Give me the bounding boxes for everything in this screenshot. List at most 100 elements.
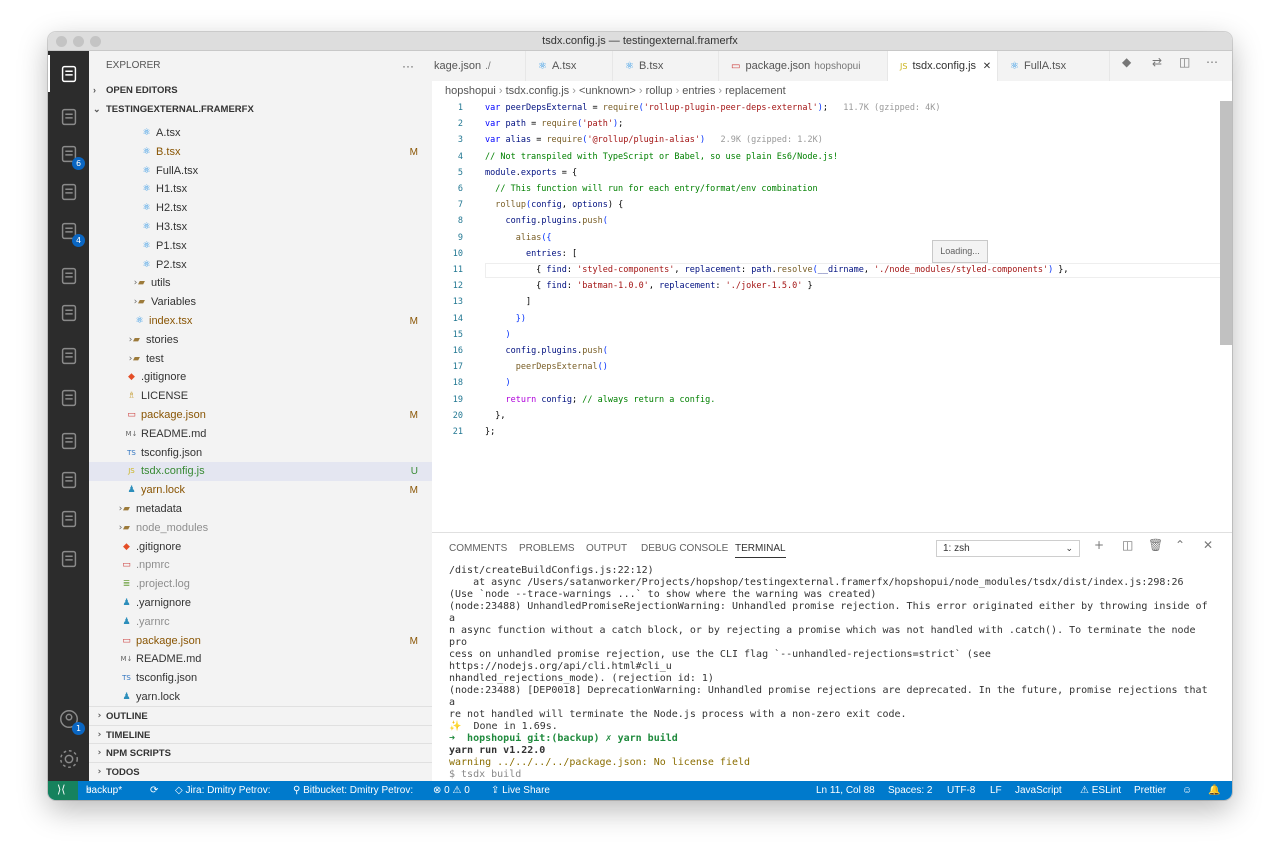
breadcrumb-item[interactable]: tsdx.config.js (506, 85, 570, 97)
live-share-icon[interactable] (54, 426, 83, 455)
gitlens-icon[interactable] (54, 465, 83, 494)
timeline-icon[interactable] (54, 504, 83, 533)
file-item[interactable]: ♟ .yarnignore (89, 594, 432, 613)
tab-a-tsx[interactable]: ⚛ A.tsx (526, 51, 613, 81)
breadcrumb-item[interactable]: entries (682, 85, 715, 97)
bookmarks-icon[interactable] (54, 383, 83, 412)
remote-indicator[interactable]: ⟩⟨ (48, 781, 78, 800)
workspace-section[interactable]: ⌄ TESTINGEXTERNAL.FRAMERFX (89, 100, 432, 119)
trash-icon[interactable]: 🗑 (1148, 538, 1163, 552)
compare-changes-icon[interactable]: ⇄ (1152, 55, 1162, 69)
file-item[interactable]: TS tsconfig.json (89, 444, 432, 463)
sidebar-section-timeline[interactable]: › TIMELINE (89, 724, 432, 744)
prettier-status[interactable]: Prettier (1134, 781, 1166, 800)
breadcrumb-item[interactable]: <unknown> (579, 85, 636, 97)
panel-tab-debug-console[interactable]: DEBUG CONSOLE (641, 543, 728, 554)
cursor-position[interactable]: Ln 11, Col 88 (816, 781, 875, 800)
file-item[interactable]: ♗ LICENSE (89, 387, 432, 406)
file-item[interactable]: ⚛ index.tsx M (89, 312, 432, 331)
file-item[interactable]: TS tsconfig.json (89, 669, 432, 688)
file-item[interactable]: ◆ .gitignore (89, 538, 432, 557)
file-item[interactable]: ▭ package.json M (89, 406, 432, 425)
file-item[interactable]: ♟ .yarnrc (89, 613, 432, 632)
open-editors-section[interactable]: › OPEN EDITORS (89, 81, 432, 100)
close-icon[interactable]: ✕ (980, 61, 991, 72)
breadcrumb-item[interactable]: hopshopui (445, 85, 496, 97)
live-share-button[interactable]: ⇪ Live Share (491, 781, 550, 800)
panel-tab-comments[interactable]: COMMENTS (449, 543, 507, 554)
file-item[interactable]: ⚛ P1.tsx (89, 237, 432, 256)
file-item[interactable]: ⚛ B.tsx M (89, 143, 432, 162)
file-item[interactable]: › ▰ Variables (89, 293, 432, 312)
encoding[interactable]: UTF-8 (947, 781, 975, 800)
maximize-panel-icon[interactable]: ⌃ (1175, 538, 1185, 552)
file-item[interactable]: M↓ README.md (89, 425, 432, 444)
feedback-icon[interactable]: ☺ (1182, 781, 1192, 800)
file-item[interactable]: ⚛ P2.tsx (89, 256, 432, 275)
source-control-icon[interactable]: 6 (54, 139, 85, 170)
close-panel-icon[interactable]: ✕ (1203, 538, 1213, 552)
more-icon[interactable]: ⋯ (1206, 55, 1218, 69)
close-window-button[interactable] (56, 36, 67, 47)
deploy-icon[interactable] (54, 341, 83, 370)
minimize-window-button[interactable] (73, 36, 84, 47)
file-item[interactable]: ≣ .project.log (89, 575, 432, 594)
breadcrumb-item[interactable]: rollup (646, 85, 673, 97)
sidebar-section-todos[interactable]: › TODOS (89, 762, 432, 781)
sidebar-section-outline[interactable]: › OUTLINE (89, 706, 432, 725)
extensions-icon[interactable]: 4 (54, 216, 85, 247)
remote-explorer-icon[interactable] (54, 261, 83, 290)
eslint-status[interactable]: ⚠ ESLint (1080, 781, 1121, 800)
editor-scrollbar[interactable] (1220, 101, 1232, 345)
file-item[interactable]: ⚛ H3.tsx (89, 218, 432, 237)
manage-gear-icon[interactable] (54, 744, 83, 773)
run-debug-icon[interactable] (54, 177, 83, 206)
files-icon[interactable] (48, 55, 83, 92)
file-item[interactable]: ⚛ H1.tsx (89, 180, 432, 199)
tab-fulla-tsx[interactable]: ⚛ FullA.tsx (998, 51, 1110, 81)
file-item[interactable]: ▭ .npmrc (89, 556, 432, 575)
git-action-icon[interactable]: ◆ (1122, 55, 1131, 69)
pull-requests-icon[interactable] (54, 544, 83, 573)
file-item[interactable]: › ▰ stories (89, 331, 432, 350)
file-item[interactable]: ⚛ A.tsx (89, 124, 432, 143)
terminal-shell-select[interactable]: 1: zsh ⌄ (936, 540, 1080, 557)
file-item[interactable]: M↓ README.md (89, 650, 432, 669)
breadcrumb-item[interactable]: replacement (725, 85, 786, 97)
file-item[interactable]: ⚛ FullA.tsx (89, 162, 432, 181)
bitbucket-status[interactable]: ⚲ Bitbucket: Dmitry Petrov: (293, 781, 413, 800)
tab-tsdx-config-js[interactable]: JS tsdx.config.js ✕ (888, 51, 998, 81)
indentation[interactable]: Spaces: 2 (888, 781, 932, 800)
panel-tab-problems[interactable]: PROBLEMS (519, 543, 575, 554)
testing-icon[interactable] (54, 298, 83, 327)
more-actions-icon[interactable]: ··· (402, 51, 414, 81)
branch-indicator[interactable]: ⑂ backup* (86, 781, 122, 800)
jira-status[interactable]: ◇ Jira: Dmitry Petrov: (175, 781, 270, 800)
file-item[interactable]: › ▰ test (89, 350, 432, 369)
search-icon[interactable] (54, 102, 83, 131)
panel-tab-terminal[interactable]: TERMINAL (735, 543, 786, 558)
new-terminal-icon[interactable]: + (1094, 538, 1104, 552)
sync-icon[interactable]: ⟳ (150, 781, 158, 800)
line-ending[interactable]: LF (990, 781, 1002, 800)
split-terminal-icon[interactable]: ◫ (1122, 538, 1133, 552)
sidebar-section-npm-scripts[interactable]: › NPM SCRIPTS (89, 743, 432, 762)
terminal-output[interactable]: /dist/createBuildConfigs.js:22:12) at as… (449, 565, 1219, 800)
zoom-window-button[interactable] (90, 36, 101, 47)
accounts-icon[interactable]: 1 (54, 704, 85, 735)
notifications-icon[interactable]: 🔔 (1208, 781, 1220, 800)
tab-kage-json[interactable]: kage.json ./ (432, 51, 526, 81)
file-item[interactable]: › ▰ utils (89, 274, 432, 293)
tab-b-tsx[interactable]: ⚛ B.tsx (613, 51, 719, 81)
file-item[interactable]: ⚛ H2.tsx (89, 199, 432, 218)
file-item[interactable]: JS tsdx.config.js U (89, 462, 432, 482)
file-item[interactable]: ♟ yarn.lock (89, 688, 432, 707)
file-item[interactable]: ♟ yarn.lock M (89, 481, 432, 500)
file-item[interactable]: ◆ .gitignore (89, 368, 432, 387)
file-item[interactable]: › ▰ node_modules (89, 519, 432, 538)
code-editor[interactable]: 1 var peerDepsExternal = require('rollup-… (432, 101, 1232, 532)
tab-package-json[interactable]: ▭ package.json hopshopui (719, 51, 888, 81)
split-editor-icon[interactable]: ◫ (1179, 55, 1190, 69)
file-item[interactable]: ▭ package.json M (89, 632, 432, 651)
problems-indicator[interactable]: ⊗ 0 ⚠ 0 (433, 781, 470, 800)
